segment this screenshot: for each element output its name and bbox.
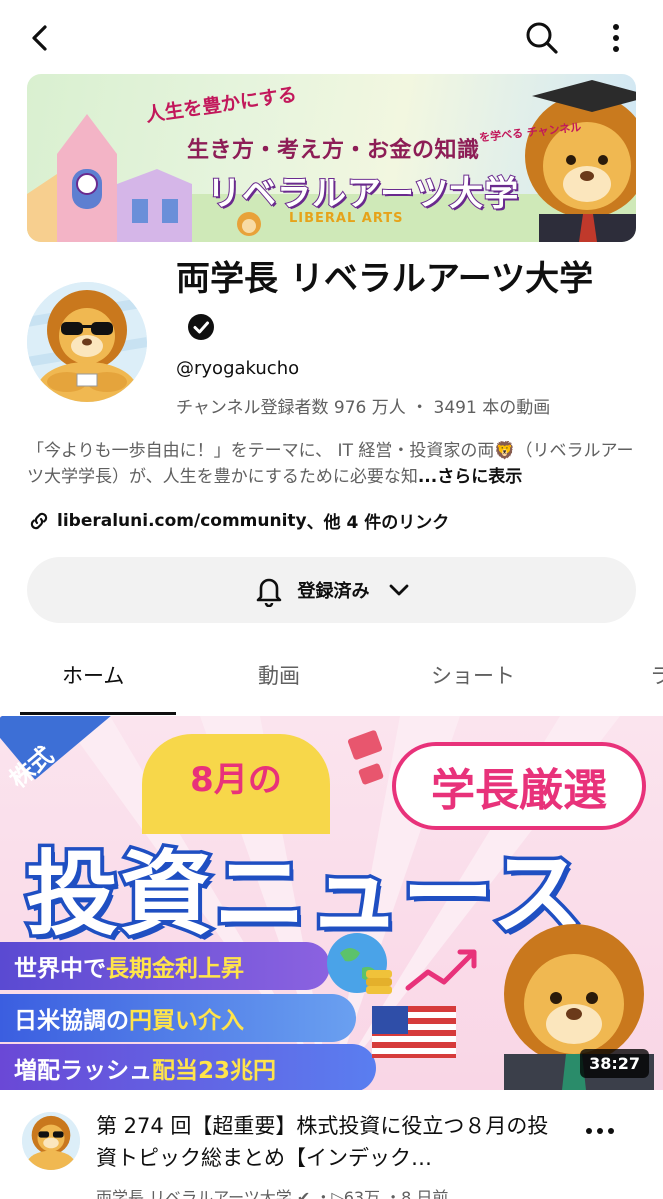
link-url[interactable]: liberaluni.com/community [57,511,307,531]
more-options-button[interactable] [596,14,636,62]
thumbnail-bullet: 増配ラッシュ 配当23兆円 [0,1044,376,1090]
tab-home[interactable]: ホーム [62,660,124,690]
back-arrow-icon [32,25,47,51]
channel-avatar[interactable] [27,282,147,402]
banner-title: リベラルアーツ大学 [206,173,520,215]
search-icon [526,22,558,54]
lion-sunglasses-avatar [27,282,147,402]
video-meta: 両学長 リベラルアーツ大学 ✔ ・▷63万 ・8 日前 [96,1188,449,1199]
channel-links[interactable]: liberaluni.com/community 、他 4 件のリンク [27,508,449,533]
bullet-highlight: 長期金利上昇 [106,956,244,982]
banner-brand: LIBERAL ARTS [289,211,404,226]
link-icon [30,512,48,529]
top-app-bar [0,0,663,74]
bullet-prefix: 増配ラッシュ [14,1058,152,1084]
link-more[interactable]: 、他 4 件のリンク [307,508,450,533]
featured-video-info[interactable]: 第 274 回【超重要】株式投資に役立つ８月の投資トピック総まとめ【インデック…… [0,1100,663,1199]
lion-sunglasses-avatar [22,1112,80,1170]
us-flag-icon [372,1006,456,1058]
channel-description[interactable]: 「今よりも一歩自由に！」をテーマに、 IT 経営・投資家の両🦁（リベラルアーツ大… [27,438,639,490]
thumbnail-bullet: 世界中で 長期金利上昇 [0,942,330,990]
channel-tabs: ホーム 動画 ショート ラ [0,646,663,716]
channel-handle: @ryogakucho [176,358,300,379]
thumbnail-bullet: 日米協調の 円買い介入 [0,994,356,1042]
thumbnail-month: 8月の [142,734,330,834]
banner-subtitle: 生き方・考え方・お金の知識 [187,138,480,163]
chevron-down-icon [389,584,408,596]
show-more-link[interactable]: ...さらに表示 [418,467,522,487]
tab-shorts[interactable]: ショート [431,660,515,690]
bullet-highlight: 円買い介入 [129,1008,244,1034]
tab-live[interactable]: ラ [650,660,663,690]
active-tab-indicator [20,712,176,715]
trend-arrow-icon [405,949,477,991]
search-button[interactable] [518,14,566,62]
description-text: 「今よりも一歩自由に！」をテーマに、 IT 経営・投資家の両🦁（リベラルアーツ大… [27,441,634,487]
channel-name-text: 両学長 リベラルアーツ大学 [176,259,594,299]
bullet-prefix: 世界中で [14,956,106,982]
channel-banner: 人生を豊かにする 生き方・考え方・お金の知識 を学べる チャンネル リベラルアー… [27,74,636,242]
subscribed-label: 登録済み [297,581,370,602]
bell-icon [256,578,281,607]
channel-name: 両学長 リベラルアーツ大学 [176,256,616,348]
tab-videos[interactable]: 動画 [258,660,300,690]
verified-check-icon [188,313,214,340]
back-button[interactable] [18,16,62,60]
thumbnail-badge: 学長厳選 [392,742,646,830]
globe-icon [327,933,392,994]
more-horiz-icon [586,1128,614,1134]
more-vert-icon [613,24,619,52]
subscribed-button[interactable]: 登録済み [27,557,636,623]
video-channel-avatar[interactable] [22,1112,80,1170]
video-more-button[interactable] [580,1116,620,1146]
bullet-highlight: 配当23兆円 [152,1058,277,1084]
video-title[interactable]: 第 274 回【超重要】株式投資に役立つ８月の投資トピック総まとめ【インデック… [96,1110,566,1174]
video-duration: 38:27 [580,1049,649,1078]
featured-video-thumbnail[interactable]: 株式 8月の 学長厳選 投資ニュース 世界中で 長期金利上昇 日米協調の 円買い介入… [0,716,663,1090]
channel-stats: チャンネル登録者数 976 万人 ・ 3491 本の動画 [176,398,551,418]
bullet-prefix: 日米協調の [14,1008,129,1034]
